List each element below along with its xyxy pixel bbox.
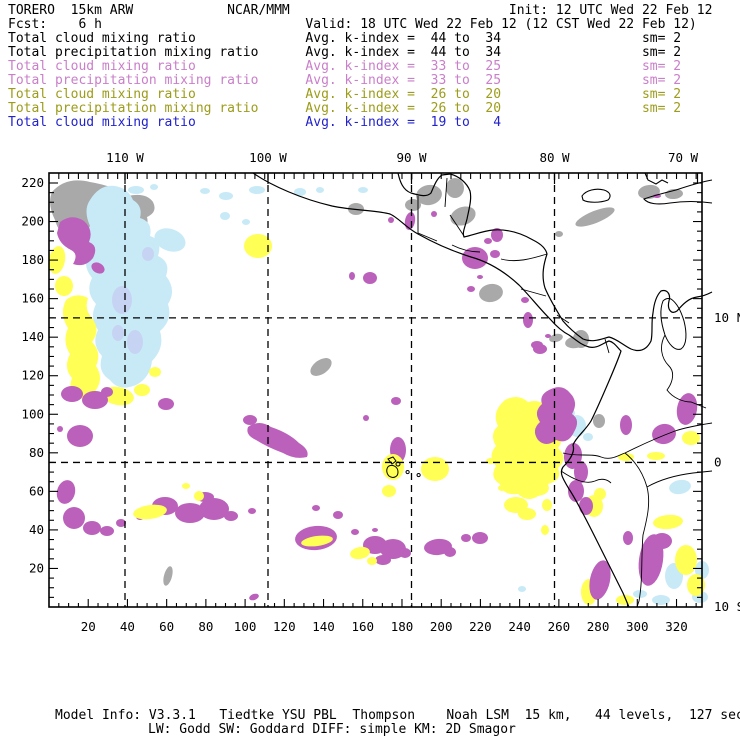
x-axis-label: 120 (273, 619, 296, 634)
weather-map: 20 40 60 80 100 120 140 160 180 200 220 240 260 280 30… (21, 150, 740, 634)
x-axis-label: 60 (159, 619, 174, 634)
x-axis-label: 40 (120, 619, 135, 634)
y-axis-label: 60 (29, 483, 44, 498)
y-axis-label: 180 (21, 252, 44, 267)
x-axis-label: 160 (351, 619, 374, 634)
x-axis-label: 140 (312, 619, 335, 634)
x-axis-label: 300 (626, 619, 649, 634)
y-axis-label: 100 (21, 406, 44, 421)
y-axis-label: 40 (29, 522, 44, 537)
x-axis-label: 80 (198, 619, 213, 634)
model-info-line-1: Model Info: V3.3.1 Tiedtke YSU PBL Thomp… (55, 708, 740, 723)
x-axis-label: 240 (508, 619, 531, 634)
x-axis-label: 260 (548, 619, 571, 634)
y-axis-label: 200 (21, 214, 44, 229)
y-axis-label: 120 (21, 368, 44, 383)
x-axis-label: 100 (234, 619, 257, 634)
longitude-label: 90 W (396, 150, 427, 165)
x-axis-label: 200 (430, 619, 453, 634)
x-axis-label: 20 (81, 619, 96, 634)
latitude-label: 10 S (714, 599, 740, 614)
weather-model-page: { "palette": { "black": "#000000", "mage… (0, 0, 740, 740)
x-axis-label: 280 (587, 619, 610, 634)
longitude-label: 70 W (668, 150, 699, 165)
y-axis-label: 220 (21, 175, 44, 190)
latitude-label: 10 N (714, 310, 740, 325)
x-axis-label: 220 (469, 619, 492, 634)
longitude-label: 100 W (249, 150, 287, 165)
model-info-line-2: LW: Godd SW: Goddard DIFF: simple KM: 2D… (148, 722, 516, 737)
longitude-label: 80 W (539, 150, 570, 165)
mixing-ratio-blobs (48, 178, 709, 605)
y-axis-label: 160 (21, 291, 44, 306)
latitude-label: 0 (714, 454, 722, 469)
longitude-label: 110 W (106, 150, 144, 165)
y-axis-label: 140 (21, 329, 44, 344)
y-axis-label: 20 (29, 560, 44, 575)
y-axis-label: 80 (29, 445, 44, 460)
x-axis-label: 180 (391, 619, 414, 634)
x-axis-label: 320 (665, 619, 688, 634)
